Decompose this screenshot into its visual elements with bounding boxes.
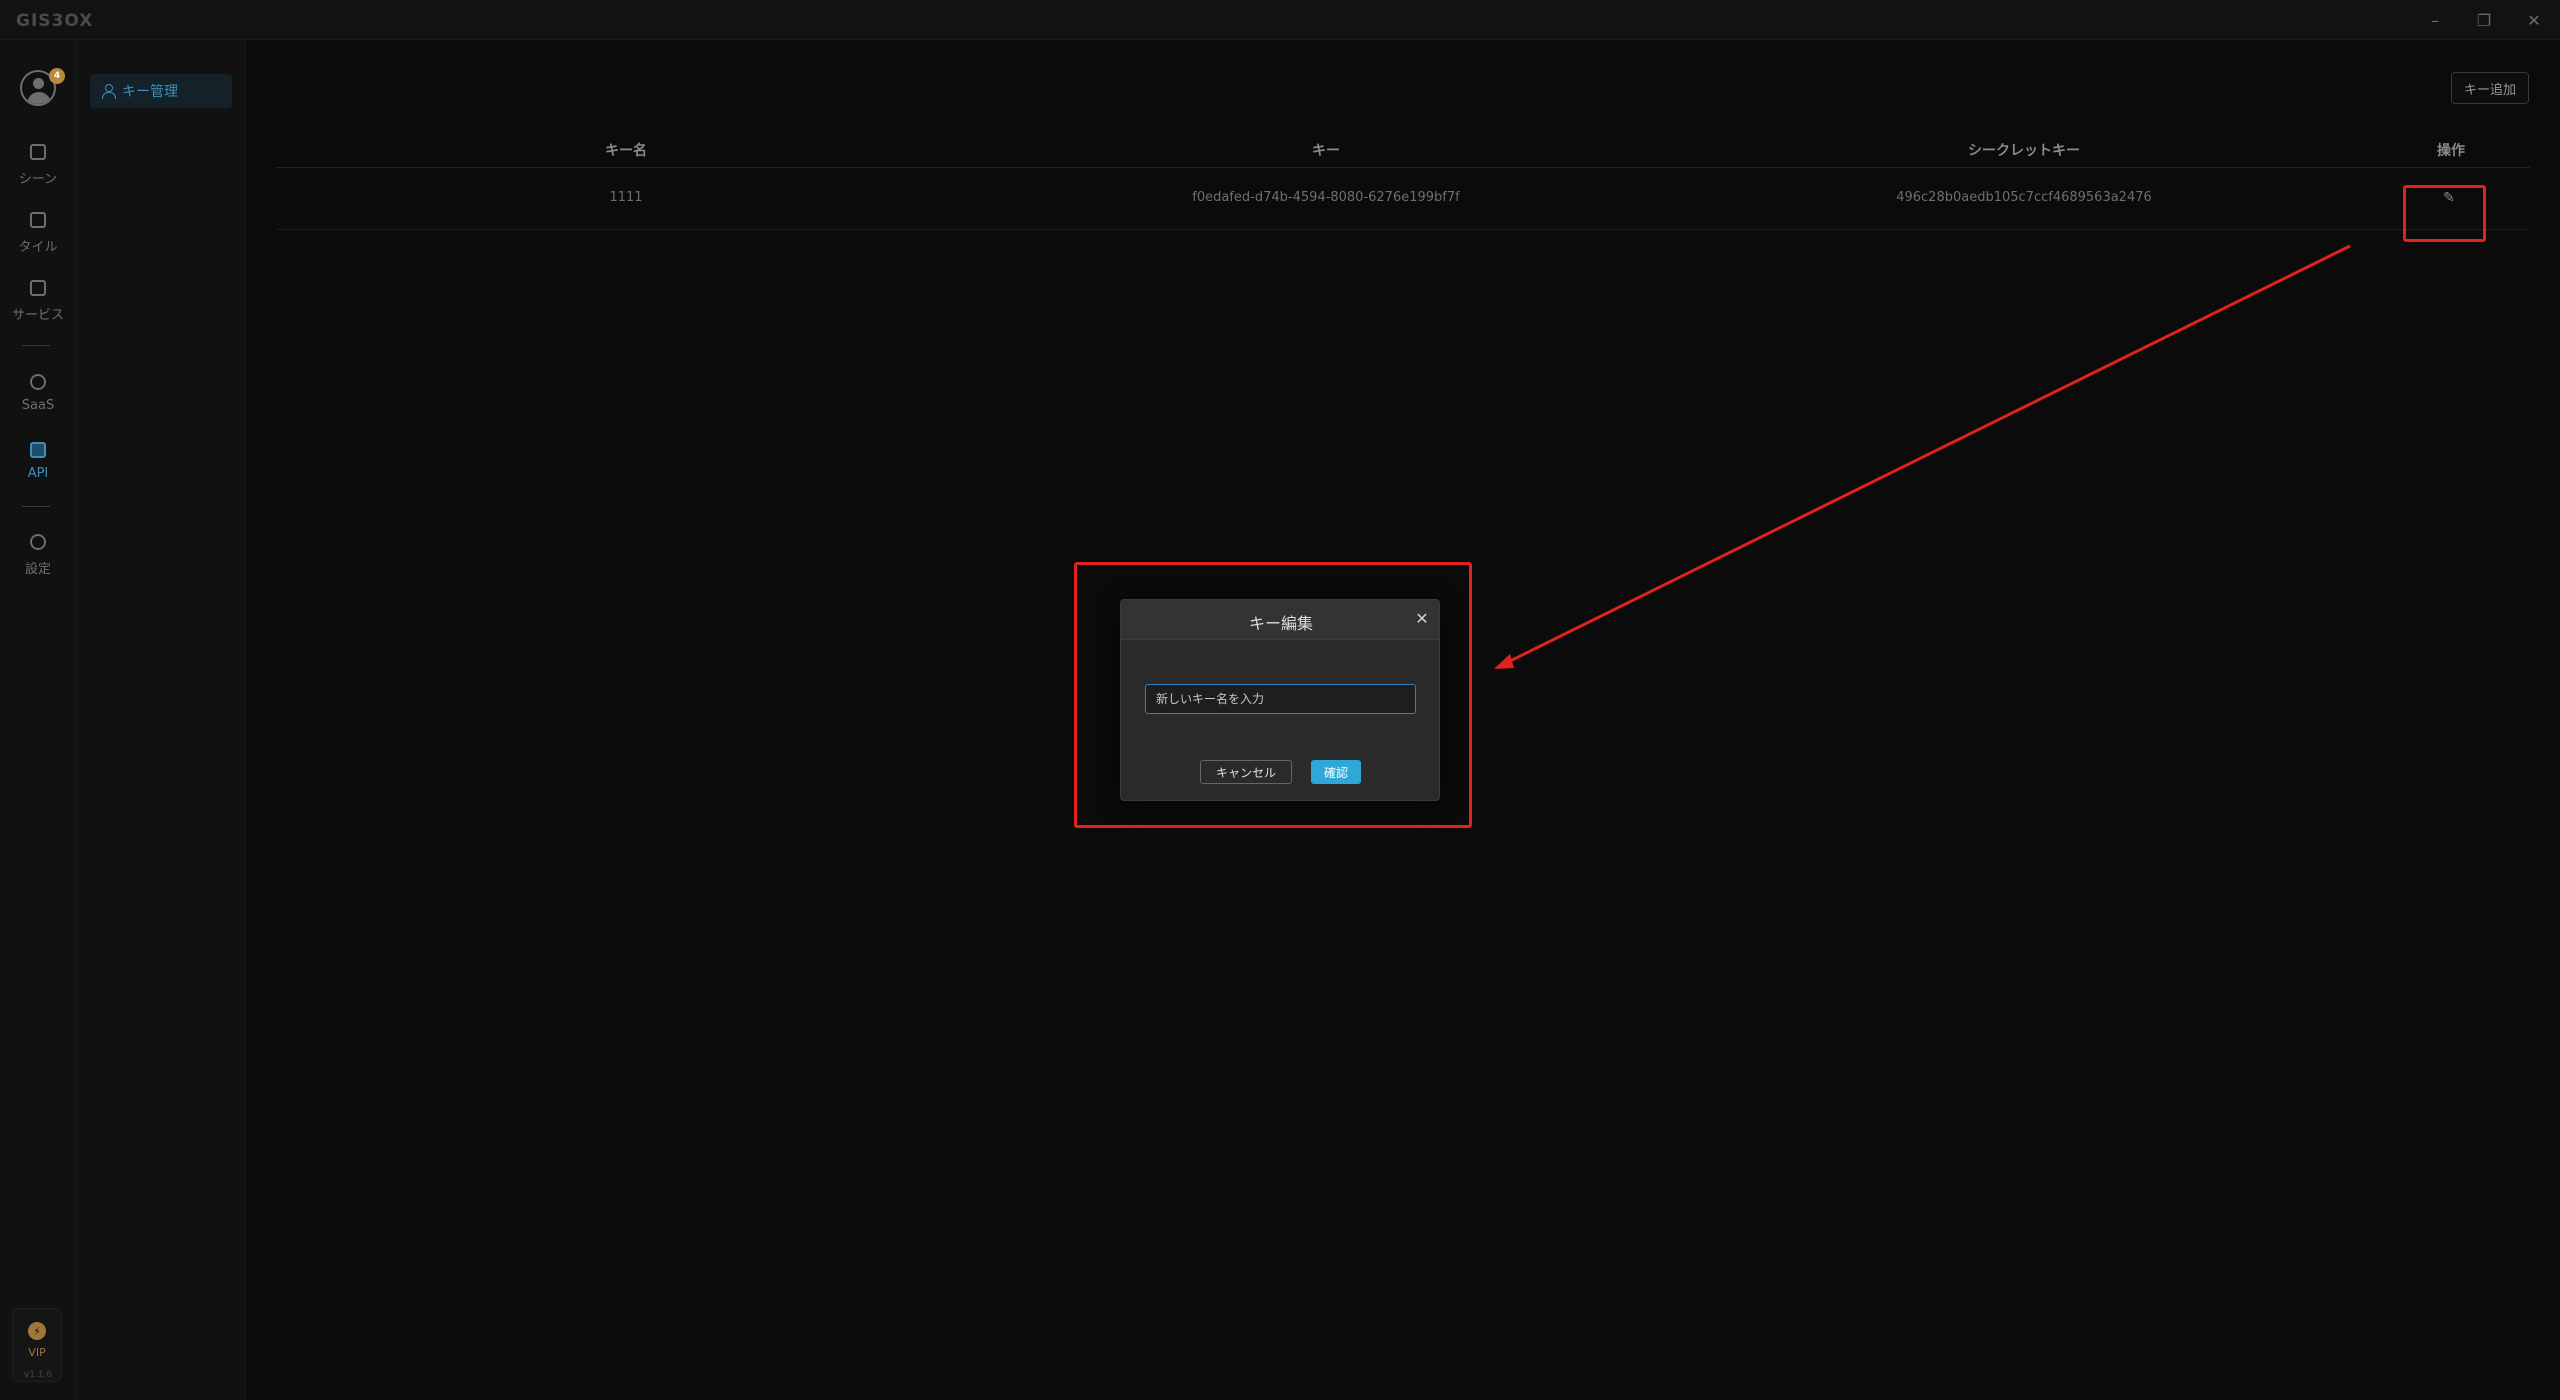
subnav-item-key-management[interactable]: キー管理 [90,74,232,108]
icon-rail: 4 シーン タイル サービス SaaS API 設定 ⚡ VIP v1.1.6 [0,40,76,1400]
close-icon: ✕ [2527,10,2541,30]
service-icon [30,280,46,296]
rail-item-saas[interactable]: SaaS [0,370,76,428]
sub-sidebar: キー管理 [76,40,246,1400]
cancel-button[interactable]: キャンセル [1200,760,1292,784]
version-label: v1.1.6 [23,1370,53,1380]
rail-item-service[interactable]: サービス [0,276,76,334]
maximize-button[interactable]: ❐ [2468,8,2500,32]
notification-badge: 4 [49,68,65,84]
scene-icon [30,144,46,160]
tile-icon [30,212,46,228]
minimize-button[interactable]: – [2419,8,2451,32]
restore-icon: ❐ [2476,10,2492,30]
add-key-button[interactable]: キー追加 [2451,72,2529,104]
column-header-secret-key: シークレットキー [1968,143,2080,159]
rail-item-scene[interactable]: シーン [0,140,76,198]
rail-item-label: 設定 [24,562,51,577]
title-bar: GIS3OX – ❐ ✕ [0,0,2560,40]
subnav-item-label: キー管理 [122,84,178,100]
rail-item-settings[interactable]: 設定 [0,530,76,588]
cell-secret-key: 496c28b0aedb105c7ccf4689563a2476 [1896,190,2152,205]
rail-item-api[interactable]: API [0,438,76,496]
rail-divider [22,345,50,346]
user-icon [102,84,116,99]
rail-item-label: サービス [11,308,64,323]
vip-label: VIP [28,1346,46,1359]
vip-icon: ⚡ [28,1322,46,1340]
table-header: キー名 キー シークレットキー 操作 [276,128,2530,168]
rail-divider [22,506,50,507]
minimize-icon: – [2431,10,2439,30]
column-header-key-name: キー名 [605,143,647,159]
column-header-actions: 操作 [2437,143,2465,159]
app-logo: GIS3OX [16,11,94,31]
close-window-button[interactable]: ✕ [2518,8,2550,32]
table-row: 1111 f0edafed-d74b-4594-8080-6276e199bf7… [276,168,2530,230]
settings-icon [30,534,46,550]
key-table: キー名 キー シークレットキー 操作 1111 f0edafed-d74b-45… [276,128,2530,230]
key-name-input[interactable] [1145,684,1416,714]
rail-item-label: タイル [18,240,58,255]
rail-item-label: API [27,466,49,481]
rail-item-label: SaaS [21,398,55,413]
dialog-header: キー編集 ✕ [1121,600,1439,640]
rail-item-tile[interactable]: タイル [0,208,76,266]
saas-icon [30,374,46,390]
api-icon [30,442,46,458]
edit-key-dialog: キー編集 ✕ キャンセル 確認 [1120,599,1440,801]
edit-icon[interactable]: ✎ [2441,190,2457,206]
cell-key: f0edafed-d74b-4594-8080-6276e199bf7f [1192,190,1460,205]
close-icon[interactable]: ✕ [1411,608,1433,630]
confirm-button[interactable]: 確認 [1311,760,1361,784]
column-header-key: キー [1312,143,1340,159]
dialog-title: キー編集 [1248,614,1313,633]
cell-key-name: 1111 [609,190,643,205]
rail-item-label: シーン [18,172,58,187]
